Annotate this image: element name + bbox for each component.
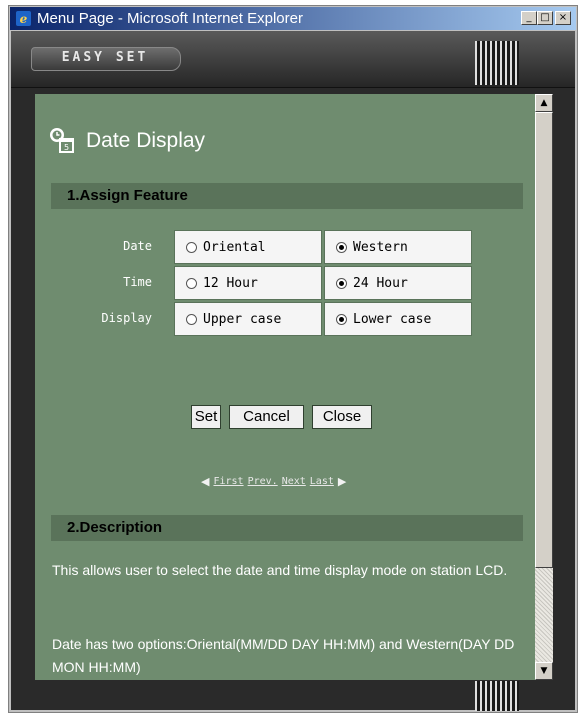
content-panel: 5 Date Display 1.Assign Feature Date Tim… <box>35 94 535 680</box>
maximize-button[interactable]: □ <box>537 11 553 25</box>
row-label-time: Time <box>123 275 152 289</box>
app-header: EASY SET <box>11 31 575 88</box>
scroll-thumb[interactable] <box>535 112 553 568</box>
option-date-western[interactable]: Western <box>324 230 472 264</box>
option-display-upper-case[interactable]: Upper case <box>174 302 322 336</box>
svg-text:e: e <box>20 12 28 26</box>
vertical-scrollbar[interactable]: ▲ ▼ <box>535 94 553 680</box>
radio-button[interactable] <box>186 241 197 253</box>
easy-set-logo: EASY SET <box>61 50 149 65</box>
internet-explorer-icon: e <box>16 11 31 26</box>
set-button[interactable]: Set <box>191 405 221 429</box>
page-heading: 5 Date Display <box>48 126 205 156</box>
radio-button-selected[interactable] <box>336 277 347 289</box>
option-display-lower-case[interactable]: Lower case <box>324 302 472 336</box>
radio-button-selected[interactable] <box>336 241 347 253</box>
row-label-display: Display <box>101 311 152 325</box>
speaker-grille-bottom <box>475 681 519 711</box>
option-label: Upper case <box>203 311 282 327</box>
arrow-right-icon[interactable]: ▶ <box>338 475 346 488</box>
cancel-button[interactable]: Cancel <box>229 405 304 429</box>
minimize-button[interactable]: _ <box>521 11 537 25</box>
pager-prev-link[interactable]: Prev. <box>248 476 278 487</box>
option-label: Western <box>353 239 408 255</box>
close-button[interactable]: Close <box>312 405 372 429</box>
option-label: Oriental <box>203 239 266 255</box>
svg-text:5: 5 <box>64 143 69 152</box>
row-label-date: Date <box>123 239 152 253</box>
option-label: 24 Hour <box>353 275 408 291</box>
clock-calendar-icon: 5 <box>50 128 74 153</box>
browser-window: e Menu Page - Microsoft Internet Explore… <box>8 5 578 713</box>
section-title-assign-feature: 1.Assign Feature <box>67 187 188 204</box>
pager: ◀ First Prev. Next Last ▶ <box>201 475 346 488</box>
app-frame: EASY SET 5 Date Display 1.Assign Feature <box>11 31 575 711</box>
radio-button[interactable] <box>186 277 197 289</box>
option-label: 12 Hour <box>203 275 258 291</box>
page-title: Date Display <box>86 129 206 152</box>
option-time-12-hour[interactable]: 12 Hour <box>174 266 322 300</box>
pager-first-link[interactable]: First <box>213 476 243 487</box>
title-bar[interactable]: e Menu Page - Microsoft Internet Explore… <box>10 7 576 30</box>
section-description: 2.Description <box>51 515 523 541</box>
scroll-down-button[interactable]: ▼ <box>535 662 553 680</box>
description-paragraph-2: Date has two options:Oriental(MM/DD DAY … <box>52 636 515 675</box>
pager-next-link[interactable]: Next <box>282 476 306 487</box>
scroll-up-button[interactable]: ▲ <box>535 94 553 112</box>
section-assign-feature: 1.Assign Feature <box>51 183 523 209</box>
radio-button[interactable] <box>186 313 197 325</box>
pager-last-link[interactable]: Last <box>310 476 334 487</box>
section-title-description: 2.Description <box>67 519 163 536</box>
window-title: Menu Page - Microsoft Internet Explorer <box>37 10 303 27</box>
option-time-24-hour[interactable]: 24 Hour <box>324 266 472 300</box>
option-label: Lower case <box>353 311 432 327</box>
description-paragraph-1: This allows user to select the date and … <box>52 562 508 578</box>
speaker-grille-top <box>475 41 519 85</box>
close-window-button[interactable]: × <box>555 11 571 25</box>
scroll-track[interactable] <box>535 568 553 662</box>
option-date-oriental[interactable]: Oriental <box>174 230 322 264</box>
arrow-left-icon[interactable]: ◀ <box>201 475 209 488</box>
radio-button-selected[interactable] <box>336 313 347 325</box>
